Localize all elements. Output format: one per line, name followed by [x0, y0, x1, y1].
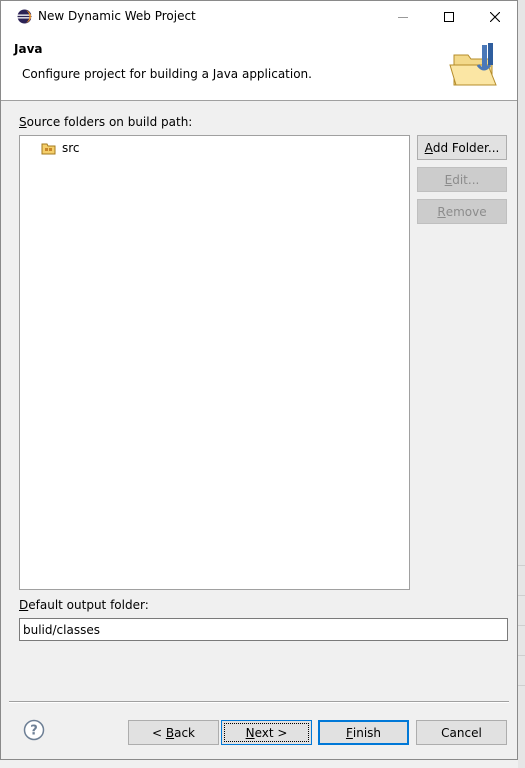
package-folder-icon: [41, 143, 56, 154]
source-folders-tree[interactable]: src: [19, 135, 410, 590]
maximize-icon: [444, 11, 454, 22]
new-dynamic-web-project-dialog: New Dynamic Web Project Java Configure p…: [0, 0, 518, 760]
window-title: New Dynamic Web Project: [38, 9, 196, 23]
edit-button[interactable]: Edit...: [417, 167, 507, 192]
svg-text:?: ?: [30, 724, 38, 739]
tree-item-src[interactable]: src: [41, 140, 80, 156]
cancel-button[interactable]: Cancel: [416, 720, 507, 745]
add-folder-button[interactable]: Add Folder...: [417, 135, 507, 160]
minimize-icon: [398, 16, 408, 18]
next-button[interactable]: Next >: [221, 720, 312, 745]
eclipse-icon: [17, 9, 32, 24]
source-folders-label: Source folders on build path:: [19, 115, 193, 129]
close-icon: [490, 11, 500, 22]
tree-item-label: src: [62, 141, 80, 155]
output-folder-label: Default output folder:: [19, 598, 149, 612]
remove-button[interactable]: Remove: [417, 199, 507, 224]
maximize-button[interactable]: [426, 1, 472, 32]
help-icon[interactable]: ?: [23, 719, 45, 741]
output-folder-input[interactable]: [19, 618, 508, 641]
minimize-button[interactable]: [380, 1, 426, 32]
background-window-edge: [518, 0, 525, 768]
page-title: Java: [14, 42, 43, 56]
title-bar: New Dynamic Web Project: [1, 1, 517, 32]
finish-button[interactable]: Finish: [318, 720, 409, 745]
java-folder-wizard-icon: [449, 43, 497, 86]
close-button[interactable]: [472, 1, 518, 32]
wizard-header: Java Configure project for building a Ja…: [1, 32, 517, 101]
page-description: Configure project for building a Java ap…: [22, 67, 312, 81]
back-button[interactable]: < Back: [128, 720, 219, 745]
